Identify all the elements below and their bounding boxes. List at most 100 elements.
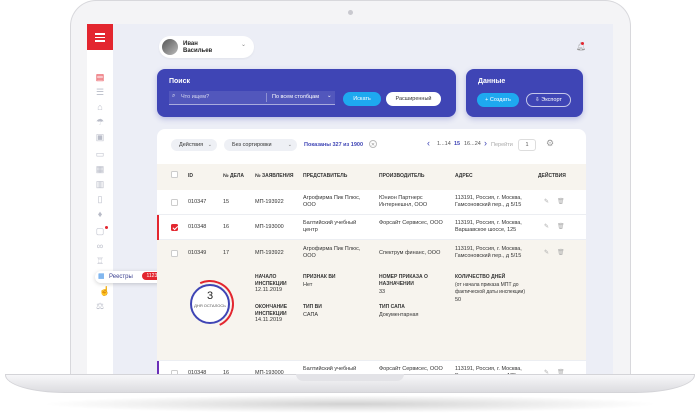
user-name: Иван Васильев: [183, 41, 227, 54]
table-row-selected[interactable]: 010348 16 МП-193000 Балтийский учебный ц…: [157, 215, 586, 240]
cell-representative: Агрофирма Пик Плюс, ООО: [303, 195, 361, 208]
cell-application: МП-193922: [255, 250, 284, 256]
actions-dropdown[interactable]: Действия ⌄: [171, 139, 217, 151]
chart-icon[interactable]: ▥: [95, 180, 105, 189]
divider: [266, 93, 267, 102]
row-checkbox-checked[interactable]: [171, 224, 178, 231]
end-label: ОКОНЧАНИЕ ИНСПЕКЦИИ: [255, 304, 288, 317]
home-icon[interactable]: ⌂: [95, 103, 105, 112]
notification-dot: [581, 42, 584, 45]
advanced-search-button[interactable]: Расширенный: [386, 92, 441, 106]
tag-icon[interactable]: ♦: [95, 210, 105, 219]
sidebar-tooltip-registries[interactable]: ▦ Реестры 1123: [95, 271, 166, 283]
hamburger-icon: [95, 33, 105, 35]
user-first-name: Иван: [183, 41, 198, 47]
trash-icon[interactable]: 🗑︎: [557, 198, 565, 205]
hamburger-icon: [95, 36, 105, 38]
row-highlight-bar: [157, 215, 159, 240]
file-icon[interactable]: ▯: [95, 195, 105, 204]
header-actions: ДЕЙСТВИЯ: [538, 173, 566, 179]
start-value: 12.11.2019: [255, 287, 283, 293]
trash-icon[interactable]: 🗑︎: [557, 223, 565, 230]
data-panel: Данные + Создать ⇩ Экспорт: [466, 69, 583, 117]
gear-icon[interactable]: ⚙: [546, 138, 554, 149]
days-count-label: КОЛИЧЕСТВО ДНЕЙ: [455, 274, 506, 280]
page-current[interactable]: 15: [454, 141, 460, 147]
edit-icon[interactable]: ✎: [544, 198, 549, 205]
next-page-icon[interactable]: ›: [484, 138, 487, 148]
registry-icon: ▦: [98, 273, 105, 280]
edit-icon[interactable]: ✎: [544, 223, 549, 230]
header-id[interactable]: ID: [188, 173, 193, 179]
sidebar: ▤ ☰ ⌂ ☂ ▣ ▭ ▦ ▥ ▯ ♦ ▢ ∞ ♖ ⚖ ▦ Реестры 11…: [87, 24, 166, 378]
header-representative[interactable]: ПРЕДСТАВИТЕЛЬ: [303, 173, 347, 179]
grid-icon[interactable]: ▦: [95, 165, 105, 174]
row-checkbox[interactable]: [171, 199, 178, 206]
days-count-note: (от начала приказа МПТ до фактической да…: [455, 282, 526, 295]
cell-id: 010347: [188, 199, 207, 205]
start-label: НАЧАЛО ИНСПЕКЦИИ: [255, 274, 287, 287]
briefcase-icon[interactable]: ▢: [95, 227, 105, 236]
prev-page-icon[interactable]: ‹: [427, 138, 430, 148]
tooltip-label: Реестры: [109, 274, 133, 280]
cart-icon[interactable]: ♖: [95, 257, 105, 266]
days-left-caption: ДНЯ ОСТАЛОСЬ: [194, 303, 226, 308]
cell-application: МП-193000: [255, 224, 284, 230]
chevron-down-icon: ⌄: [207, 142, 212, 148]
cell-representative: Агрофирма Пик Плюс, ООО: [303, 246, 361, 259]
search-placeholder: Что ищем?: [181, 94, 210, 100]
sign-label: ПРИЗНАК ВИ: [303, 274, 336, 280]
user-last-name: Васильев: [183, 47, 213, 54]
days-count-value: 50: [455, 297, 462, 303]
cell-manufacturer: Форсайт Сервисес, ООО: [379, 220, 443, 226]
select-all-checkbox[interactable]: [171, 171, 178, 178]
chevron-down-icon: ⌄: [327, 93, 332, 99]
table-row[interactable]: 010347 15 МП-193922 Агрофирма Пик Плюс, …: [157, 190, 586, 215]
document-icon[interactable]: ▤: [95, 73, 105, 82]
laptop-shadow: [40, 395, 660, 413]
trash-icon[interactable]: 🗑︎: [557, 249, 565, 256]
order-value: 33: [379, 289, 386, 295]
hand-cursor-icon: ☝: [99, 286, 111, 296]
cell-id: 010349: [188, 250, 207, 256]
row-checkbox[interactable]: [171, 250, 178, 257]
cell-manufacturer: Юнион Партнерс Интернешнл, ООО: [379, 195, 428, 208]
chevron-down-icon: ⌄: [241, 42, 247, 48]
header-manufacturer[interactable]: ПРОИЗВОДИТЕЛЬ: [379, 173, 424, 179]
umbrella-icon[interactable]: ☂: [95, 118, 105, 127]
cell-case: 17: [223, 250, 230, 256]
column-select[interactable]: По всем столбцам: [272, 94, 319, 100]
edit-icon[interactable]: ✎: [544, 249, 549, 256]
header-case[interactable]: № ДЕЛА: [223, 173, 244, 179]
package-icon[interactable]: ▣: [95, 133, 105, 142]
goto-label: Перейти: [491, 142, 513, 148]
page-link-first[interactable]: 1...14: [437, 141, 451, 147]
cell-address: 113191, Россия, г. Москва, Гамсоновский …: [455, 246, 522, 259]
cell-address: 113191, Россия, г. Москва, Варшавское шо…: [455, 220, 522, 233]
search-icon: ⌕: [172, 93, 176, 99]
sort-dropdown[interactable]: Без сортировки ⌄: [224, 139, 297, 151]
menu-button[interactable]: [87, 24, 113, 50]
list-icon[interactable]: ☰: [95, 88, 105, 97]
scale-icon[interactable]: ⚖: [95, 302, 105, 311]
user-menu[interactable]: Иван Васильев ⌄: [159, 36, 254, 58]
notification-dot: [105, 226, 108, 229]
create-button[interactable]: + Создать: [477, 93, 519, 107]
goto-page-input[interactable]: 1: [518, 139, 536, 151]
cell-case: 15: [223, 199, 230, 205]
export-button[interactable]: ⇩ Экспорт: [526, 93, 571, 107]
clear-filter-icon[interactable]: ✕: [369, 140, 377, 148]
sapa-type-value: Документарная: [379, 312, 419, 318]
page-link-last[interactable]: 16...24: [464, 141, 481, 147]
search-input[interactable]: ⌕ Что ищем? По всем столбцам ⌄: [169, 91, 335, 105]
header-application[interactable]: № ЗАЯВЛЕНИЯ: [255, 173, 293, 179]
header-address[interactable]: АДРЕС: [455, 173, 473, 179]
hamburger-icon: [95, 40, 105, 42]
end-value: 14.11.2019: [255, 317, 283, 323]
search-title: Поиск: [169, 78, 191, 85]
search-button[interactable]: Искать: [343, 92, 381, 106]
sapa-type-label: ТИП САПА: [379, 304, 405, 310]
cell-application: МП-193922: [255, 199, 284, 205]
link-icon[interactable]: ∞: [95, 242, 105, 251]
card-icon[interactable]: ▭: [95, 150, 105, 159]
